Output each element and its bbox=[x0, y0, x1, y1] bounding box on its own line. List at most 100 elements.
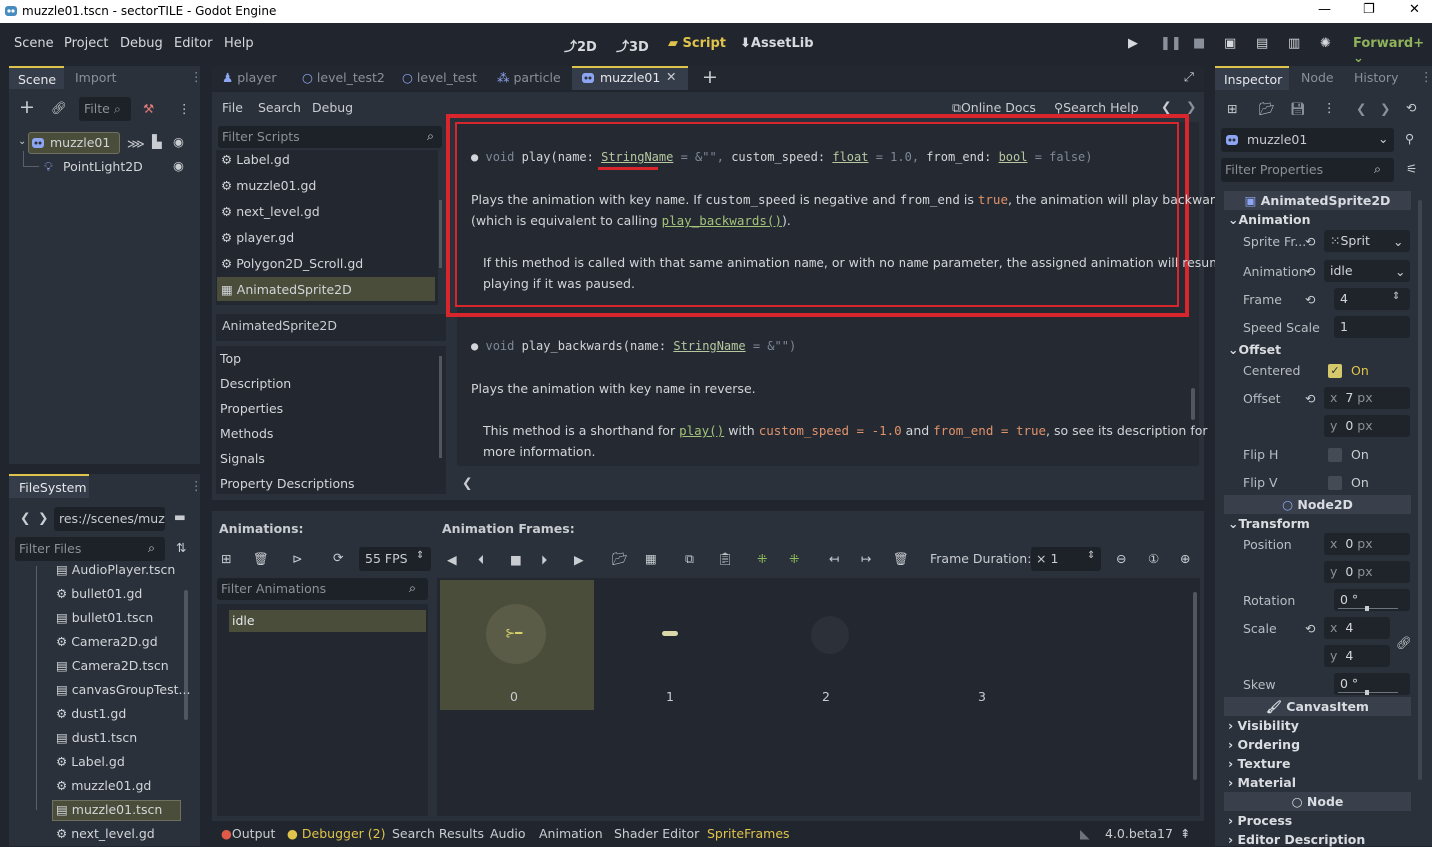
frame-2-thumbnail[interactable] bbox=[811, 616, 849, 654]
link-icon[interactable]: 🔗︎ bbox=[51, 100, 67, 116]
add-from-sheet-icon[interactable]: ▦ bbox=[645, 551, 657, 566]
script-attached-icon[interactable]: ▙ bbox=[152, 134, 162, 149]
forward-arrow-icon[interactable]: ❯ bbox=[1186, 99, 1196, 114]
tab-shader-editor[interactable]: Shader Editor bbox=[614, 826, 699, 841]
group-process[interactable]: › Process bbox=[1228, 813, 1292, 828]
flip-v-checkbox[interactable] bbox=[1328, 476, 1342, 490]
movie-maker-icon[interactable]: ✺ bbox=[1320, 36, 1331, 51]
tab-node[interactable]: Node bbox=[1301, 70, 1334, 85]
file-item[interactable]: ▤ muzzle01.tscn bbox=[56, 802, 162, 817]
file-item[interactable]: ▤ dust1.tscn bbox=[56, 730, 137, 745]
centered-checkbox[interactable]: ✓ bbox=[1328, 364, 1342, 378]
tune-icon[interactable]: ⚟ bbox=[1406, 161, 1417, 176]
menu-scene[interactable]: Scene bbox=[14, 36, 54, 51]
tab-search-results[interactable]: Search Results bbox=[392, 826, 484, 841]
new-resource-icon[interactable]: ⊞ bbox=[1227, 101, 1237, 116]
tab-debugger[interactable]: ● Debugger (2) bbox=[287, 826, 385, 841]
workspace-2d[interactable]: ⤴2D bbox=[564, 36, 597, 55]
method-link[interactable]: play() bbox=[679, 423, 724, 438]
tab-spriteframes[interactable]: SpriteFrames bbox=[707, 826, 790, 841]
pause-button[interactable]: ❚❚ bbox=[1160, 36, 1182, 51]
revert-icon[interactable]: ⟲ bbox=[1305, 391, 1315, 406]
outline-item[interactable]: Methods bbox=[220, 426, 273, 441]
forward-arrow-icon[interactable]: ❯ bbox=[1380, 101, 1390, 116]
tab-audio[interactable]: Audio bbox=[490, 826, 526, 841]
filesystem-scrollbar[interactable] bbox=[184, 590, 188, 720]
outline-item[interactable]: Description bbox=[220, 376, 291, 391]
workspace-script[interactable]: ▰ Script bbox=[668, 36, 726, 51]
outline-item[interactable]: Signals bbox=[220, 451, 265, 466]
play-custom-scene-icon[interactable]: ▥ bbox=[1288, 36, 1300, 51]
search-help-link[interactable]: ⚲Search Help bbox=[1054, 100, 1139, 115]
play-button[interactable]: ▶ bbox=[1128, 36, 1138, 51]
delete-frame-icon[interactable]: 🗑︎ bbox=[893, 551, 909, 567]
file-item[interactable]: ⚙ dust1.gd bbox=[56, 706, 126, 721]
tab-output[interactable]: ●Output bbox=[221, 826, 275, 841]
script-menu-debug[interactable]: Debug bbox=[312, 100, 353, 115]
prop-offset-x[interactable]: x 7 px bbox=[1324, 387, 1410, 409]
close-tab-icon[interactable]: ✕ bbox=[666, 69, 676, 84]
frames-scrollbar[interactable] bbox=[1193, 592, 1197, 780]
revert-icon[interactable]: ⟲ bbox=[1305, 234, 1315, 249]
paste-frame-icon[interactable]: 📋︎ bbox=[717, 551, 733, 567]
new-animation-icon[interactable]: ⊞ bbox=[221, 551, 231, 566]
visibility-eye-icon[interactable]: ◉ bbox=[173, 158, 184, 173]
scene-menu-icon[interactable]: ⋮ bbox=[178, 101, 191, 116]
file-item[interactable]: ▤ Camera2D.tscn bbox=[56, 658, 169, 673]
script-item[interactable]: ⚙ Label.gd bbox=[221, 152, 290, 167]
tab-level-test2[interactable]: ○ level_test2 bbox=[302, 70, 385, 85]
revert-icon[interactable]: ⟲ bbox=[1305, 621, 1315, 636]
instantiate-script-icon[interactable]: ⚒ bbox=[143, 101, 154, 116]
menu-editor[interactable]: Editor bbox=[174, 36, 212, 51]
script-item[interactable]: ⚙ Polygon2D_Scroll.gd bbox=[221, 256, 363, 271]
history-icon[interactable]: ⟲ bbox=[1406, 100, 1416, 115]
prop-scale-y[interactable]: y 4 bbox=[1324, 645, 1390, 667]
docs-scrollbar[interactable] bbox=[1191, 388, 1195, 420]
file-item[interactable]: ⚙ next_level.gd bbox=[56, 826, 155, 841]
dock-menu-icon[interactable]: ⋮ bbox=[1420, 69, 1432, 84]
group-editor-description[interactable]: › Editor Description bbox=[1228, 832, 1365, 847]
outline-scrollbar[interactable] bbox=[439, 356, 442, 458]
back-arrow-icon[interactable]: ❮ bbox=[20, 510, 30, 525]
revert-icon[interactable]: ⟲ bbox=[1305, 292, 1315, 307]
insert-before-icon[interactable]: ⁜ bbox=[757, 551, 767, 566]
collapse-arrow-icon[interactable]: ⌄ bbox=[18, 136, 26, 147]
inspector-scrollbar[interactable] bbox=[1418, 200, 1422, 780]
workspace-assetlib[interactable]: ⬇AssetLib bbox=[740, 36, 814, 51]
move-left-icon[interactable]: ↤ bbox=[829, 551, 839, 566]
dock-menu-icon[interactable]: ⋮ bbox=[190, 478, 203, 493]
flip-h-checkbox[interactable] bbox=[1328, 448, 1342, 462]
zoom-reset-icon[interactable]: ① bbox=[1148, 551, 1159, 566]
file-item[interactable]: ⚙ muzzle01.gd bbox=[56, 778, 151, 793]
scene-filter-input[interactable]: Filte ⌕ bbox=[79, 97, 131, 121]
script-menu-file[interactable]: File bbox=[222, 100, 243, 115]
group-material[interactable]: › Material bbox=[1228, 775, 1296, 790]
loop-icon[interactable]: ⟳ bbox=[333, 550, 343, 565]
outline-item[interactable]: Property Descriptions bbox=[220, 476, 355, 491]
minimize-button[interactable]: — bbox=[1318, 2, 1331, 17]
type-link[interactable]: float bbox=[832, 150, 868, 164]
forward-arrow-icon[interactable]: ❯ bbox=[38, 510, 48, 525]
class-header-canvasitem[interactable]: 🖌︎ CanvasItem bbox=[1224, 697, 1411, 716]
animation-item-idle[interactable]: idle bbox=[229, 610, 426, 632]
file-item[interactable]: ▤ canvasGroupTest... bbox=[56, 682, 190, 697]
prop-position-x[interactable]: x 0 px bbox=[1324, 533, 1410, 555]
file-item[interactable]: ⚙ Camera2D.gd bbox=[56, 634, 158, 649]
filter-files-input[interactable]: Filter Files bbox=[15, 537, 165, 561]
outline-item[interactable]: Top bbox=[220, 351, 241, 366]
add-frame-from-file-icon[interactable]: 📂︎ bbox=[612, 551, 628, 567]
script-list-scrollbar[interactable] bbox=[439, 200, 442, 268]
split-view-icon[interactable]: ▬ bbox=[174, 509, 186, 524]
play-backwards-from-end-icon[interactable]: ◀ bbox=[447, 552, 457, 567]
tab-level-test[interactable]: ○ level_test bbox=[402, 70, 477, 85]
tab-history[interactable]: History bbox=[1354, 70, 1398, 85]
play-backwards-icon[interactable]: ⏴ bbox=[478, 552, 484, 568]
group-animation[interactable]: ⌄Animation bbox=[1228, 212, 1311, 227]
maximize-button[interactable]: ❐ bbox=[1363, 2, 1375, 17]
frame-3-index[interactable]: 3 bbox=[978, 689, 986, 704]
file-item[interactable]: ⚙ Label.gd bbox=[56, 754, 125, 769]
save-resource-icon[interactable]: 💾︎ bbox=[1290, 101, 1306, 117]
type-link[interactable]: StringName bbox=[673, 339, 745, 353]
insert-after-icon[interactable]: ⁜ bbox=[789, 551, 799, 566]
prop-offset-y[interactable]: y 0 px bbox=[1324, 415, 1410, 437]
